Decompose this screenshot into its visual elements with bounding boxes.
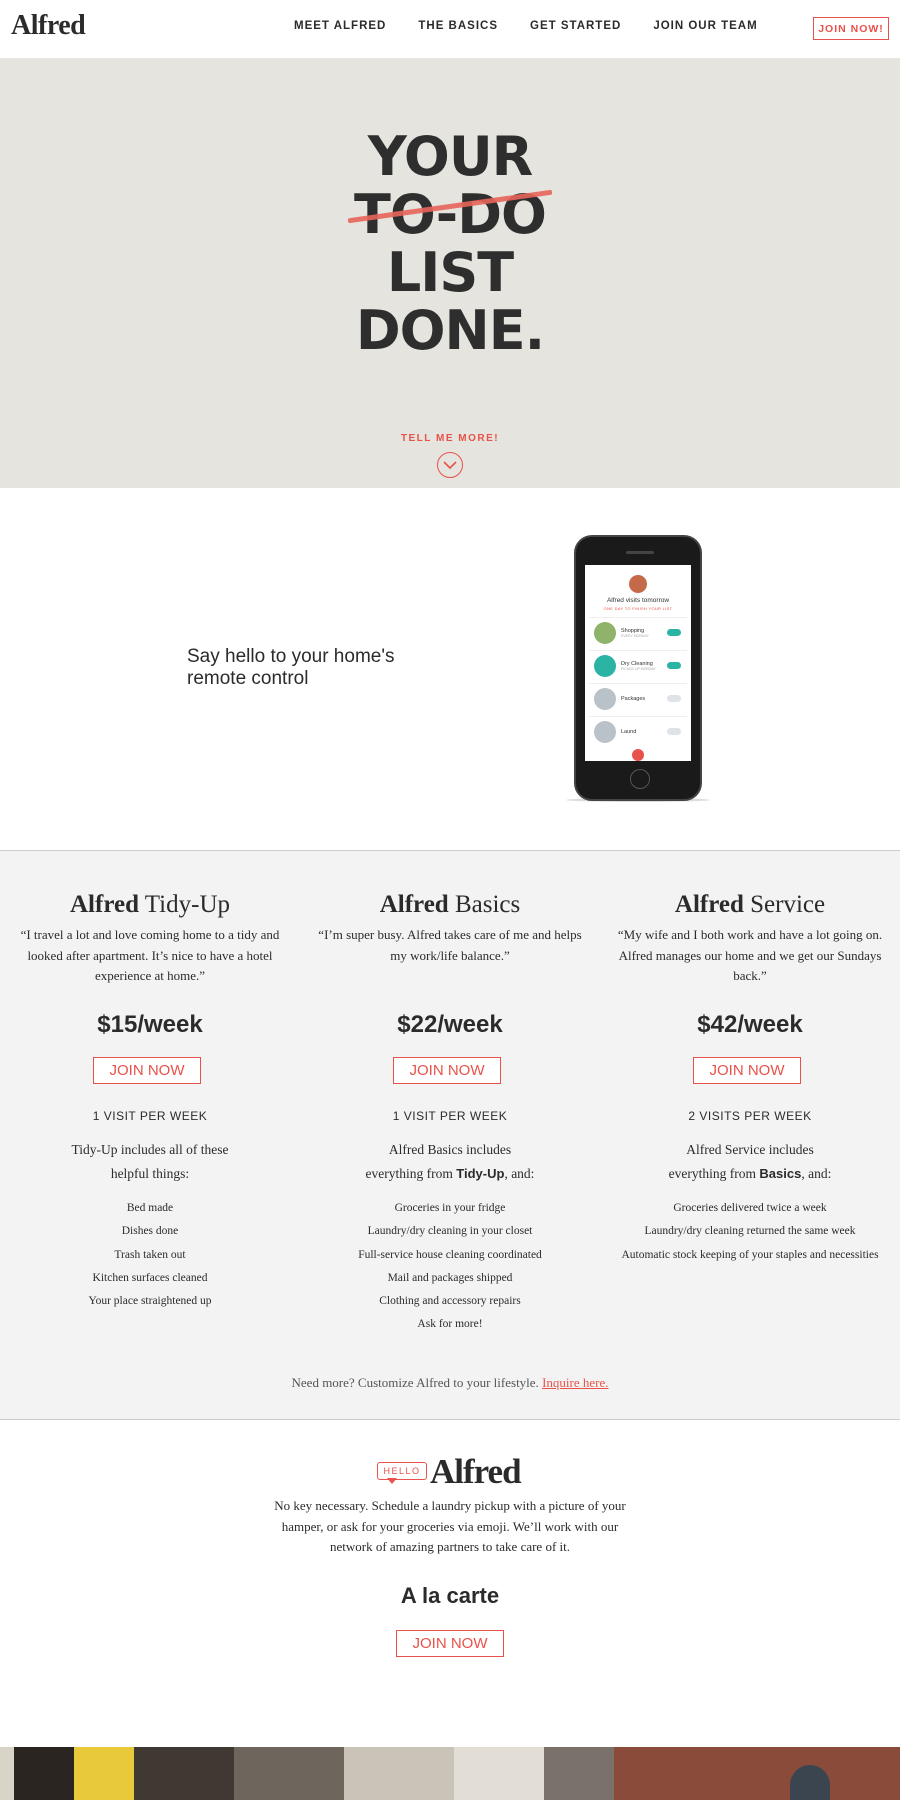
scroll-down-button[interactable] — [437, 452, 463, 478]
plan-features: Groceries delivered twice a week Laundry… — [600, 1197, 900, 1267]
packages-icon — [594, 687, 616, 710]
plan-description: Alfred Service includes everything from … — [660, 1138, 840, 1186]
plan-quote: “My wife and I both work and have a lot … — [617, 927, 883, 983]
app-title: Alfred visits tomorrow — [606, 597, 670, 604]
inquire-here-link[interactable]: Inquire here. — [542, 1375, 608, 1390]
list-item: Laundry/dry cleaning in your closet — [367, 1225, 533, 1238]
list-item: Automatic stock keeping of your staples … — [621, 1248, 879, 1261]
plan-price: $22/week — [397, 1011, 503, 1038]
app-row-packages: Packages — [589, 683, 687, 713]
hero-line-your: YOUR — [367, 125, 534, 188]
chevron-down-icon — [443, 460, 457, 469]
lifestyle-photo — [0, 1747, 900, 1800]
nav-links: MEET ALFRED THE BASICS GET STARTED JOIN … — [294, 20, 790, 32]
hello-alfred-logo: Alfred — [430, 1452, 522, 1491]
alfred-logo[interactable]: Alfred — [11, 10, 86, 42]
app-subtitle: ONE DAY TO FINISH YOUR LIST — [603, 606, 673, 611]
plan-desc-bold: Tidy-Up — [456, 1166, 505, 1181]
list-item: Ask for more! — [417, 1318, 483, 1331]
plan-visits: 2 VISITS PER WEEK — [688, 1109, 812, 1123]
list-item: Laundry/dry cleaning returned the same w… — [644, 1225, 856, 1238]
plan-features: Groceries in your fridge Laundry/dry cle… — [300, 1197, 600, 1337]
list-item: Kitchen surfaces cleaned — [92, 1271, 208, 1284]
shopping-icon — [594, 621, 616, 644]
plan-visits: 1 VISIT PER WEEK — [92, 1109, 208, 1123]
list-item: Your place straightened up — [88, 1295, 212, 1308]
plan-visits: 1 VISIT PER WEEK — [392, 1109, 508, 1123]
dry-cleaning-icon — [594, 654, 616, 677]
list-item: Dishes done — [121, 1225, 179, 1238]
plan-name-rest: Basics — [448, 891, 521, 918]
avatar — [629, 575, 647, 593]
app-row-dry-cleaning: Dry Cleaning PICKED UP MONDAY — [589, 650, 687, 680]
speech-bubble-tail — [387, 1478, 397, 1484]
list-item: Trash taken out — [114, 1248, 186, 1261]
plan-name-rest: Tidy-Up — [138, 891, 230, 918]
hero-line-list: LIST — [386, 241, 514, 304]
plan-name-bold: Alfred — [379, 891, 449, 918]
remote-control-text: Say hello to your home's remote control — [187, 646, 395, 689]
list-item: Groceries in your fridge — [394, 1202, 506, 1214]
app-row-label: Laund — [621, 728, 637, 735]
phone-mockup: Alfred visits tomorrow ONE DAY TO FINISH… — [574, 535, 702, 801]
plan-name-bold: Alfred — [674, 891, 744, 918]
app-row-sub: PICKED UP MONDAY — [621, 666, 656, 671]
list-item: Groceries delivered twice a week — [673, 1202, 827, 1214]
hello-alfred-description: No key necessary. Schedule a laundry pic… — [274, 1498, 626, 1554]
list-item: Bed made — [126, 1202, 174, 1214]
nav-link-get-started[interactable]: GET STARTED — [530, 20, 621, 32]
plan-desc-bold: Basics — [759, 1166, 802, 1181]
phone-screen: Alfred visits tomorrow ONE DAY TO FINISH… — [585, 565, 691, 761]
list-item: Clothing and accessory repairs — [379, 1295, 521, 1308]
app-row-sub: EVERY MONDAY — [621, 633, 649, 638]
plan-desc-text: , and: — [801, 1166, 832, 1181]
toggle-on — [667, 662, 681, 669]
pricing-section: Alfred Tidy-Up “I travel a lot and love … — [0, 850, 900, 1420]
plan-name-rest: Service — [743, 891, 826, 918]
alfred-fab-icon — [632, 749, 644, 761]
plan-name-bold: Alfred — [70, 891, 139, 918]
a-la-carte-title: A la carte — [400, 1583, 500, 1608]
hero-line-todo: TO-DO — [354, 183, 547, 246]
list-item: Mail and packages shipped — [387, 1271, 513, 1284]
app-row-label: Packages — [621, 695, 646, 702]
toggle-off — [667, 695, 681, 702]
list-item: Full-service house cleaning coordinated — [358, 1248, 542, 1261]
tell-me-more-link[interactable]: TELL ME MORE! — [0, 433, 900, 444]
plan-price: $15/week — [97, 1011, 203, 1038]
toggle-on — [667, 629, 681, 636]
plan-desc-text: , and: — [504, 1166, 535, 1181]
plan-price: $42/week — [697, 1011, 803, 1038]
need-more-label: Need more? Customize Alfred to your life… — [291, 1375, 543, 1390]
phone-speaker — [626, 551, 654, 554]
plan-description: Tidy-Up includes all of these helpful th… — [60, 1138, 240, 1186]
app-row-laundry: Laund — [589, 716, 687, 746]
nav-link-join-our-team[interactable]: JOIN OUR TEAM — [653, 20, 757, 32]
join-now-button[interactable]: JOIN NOW — [93, 1057, 201, 1084]
app-row-shopping: Shopping EVERY MONDAY — [589, 617, 687, 647]
plan-name: Alfred Tidy-Up — [0, 891, 300, 919]
plan-features: Bed made Dishes done Trash taken out Kit… — [0, 1197, 300, 1313]
hello-badge: HELLO — [377, 1462, 427, 1480]
plan-quote: “I travel a lot and love coming home to … — [20, 927, 280, 983]
phone-home-button — [630, 769, 650, 789]
join-now-button[interactable]: JOIN NOW — [693, 1057, 801, 1084]
plan-description: Alfred Basics includes everything from T… — [360, 1138, 540, 1186]
nav-link-meet-alfred[interactable]: MEET ALFRED — [294, 20, 386, 32]
hero-line-done: DONE. — [355, 299, 545, 362]
plan-name: Alfred Service — [600, 891, 900, 919]
nav-link-the-basics[interactable]: THE BASICS — [418, 20, 498, 32]
toggle-off — [667, 728, 681, 735]
a-la-carte-join-now-button[interactable]: JOIN NOW — [396, 1630, 504, 1657]
laundry-icon — [594, 720, 616, 743]
plan-quote: “I’m super busy. Alfred takes care of me… — [318, 927, 582, 963]
nav-join-now-button[interactable]: JOIN NOW! — [813, 17, 889, 40]
plan-desc-text: Tidy-Up includes all of these helpful th… — [71, 1142, 229, 1181]
plan-name: Alfred Basics — [300, 891, 600, 919]
top-navigation: Alfred MEET ALFRED THE BASICS GET STARTE… — [0, 0, 900, 58]
need-more-text: Need more? Customize Alfred to your life… — [0, 1375, 900, 1391]
join-now-button[interactable]: JOIN NOW — [393, 1057, 501, 1084]
